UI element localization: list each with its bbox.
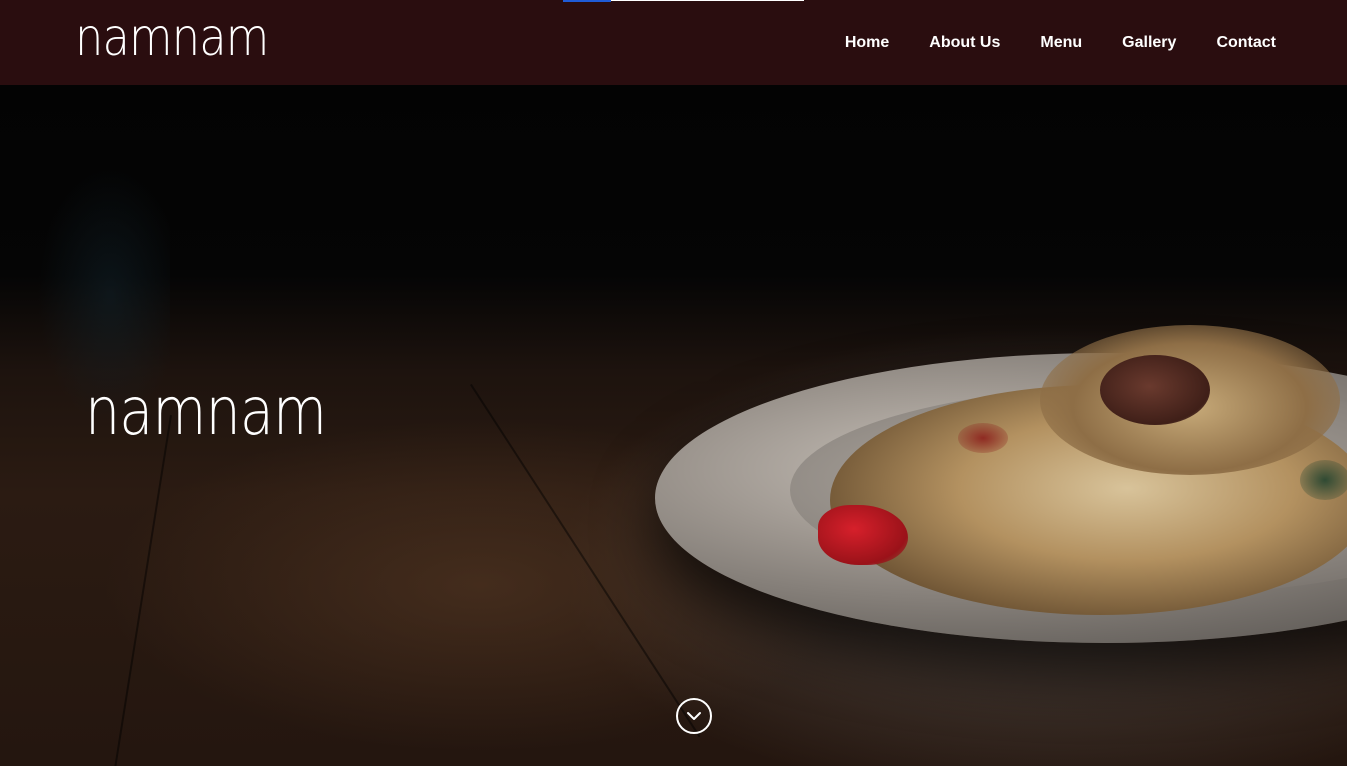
- sausage-food: [1100, 355, 1210, 425]
- site-header: namnam Home About Us Menu Gallery Contac…: [0, 0, 1347, 85]
- nav-menu[interactable]: Menu: [1040, 33, 1082, 53]
- main-nav: Home About Us Menu Gallery Contact: [845, 33, 1276, 53]
- nav-about-us[interactable]: About Us: [929, 33, 1000, 53]
- scroll-down-button[interactable]: [676, 698, 712, 734]
- nav-gallery[interactable]: Gallery: [1122, 33, 1176, 53]
- nav-home[interactable]: Home: [845, 33, 889, 53]
- site-logo[interactable]: namnam: [75, 10, 269, 66]
- nav-contact[interactable]: Contact: [1216, 33, 1276, 53]
- hero-section: namnam: [0, 85, 1347, 766]
- red-pepper-food: [958, 423, 1008, 453]
- hero-title: namnam: [85, 373, 327, 451]
- herb-food: [1300, 460, 1347, 500]
- page: namnam Home About Us Menu Gallery Contac…: [0, 0, 1347, 766]
- chevron-down-icon: [687, 712, 701, 720]
- top-progress-accent: [563, 0, 611, 2]
